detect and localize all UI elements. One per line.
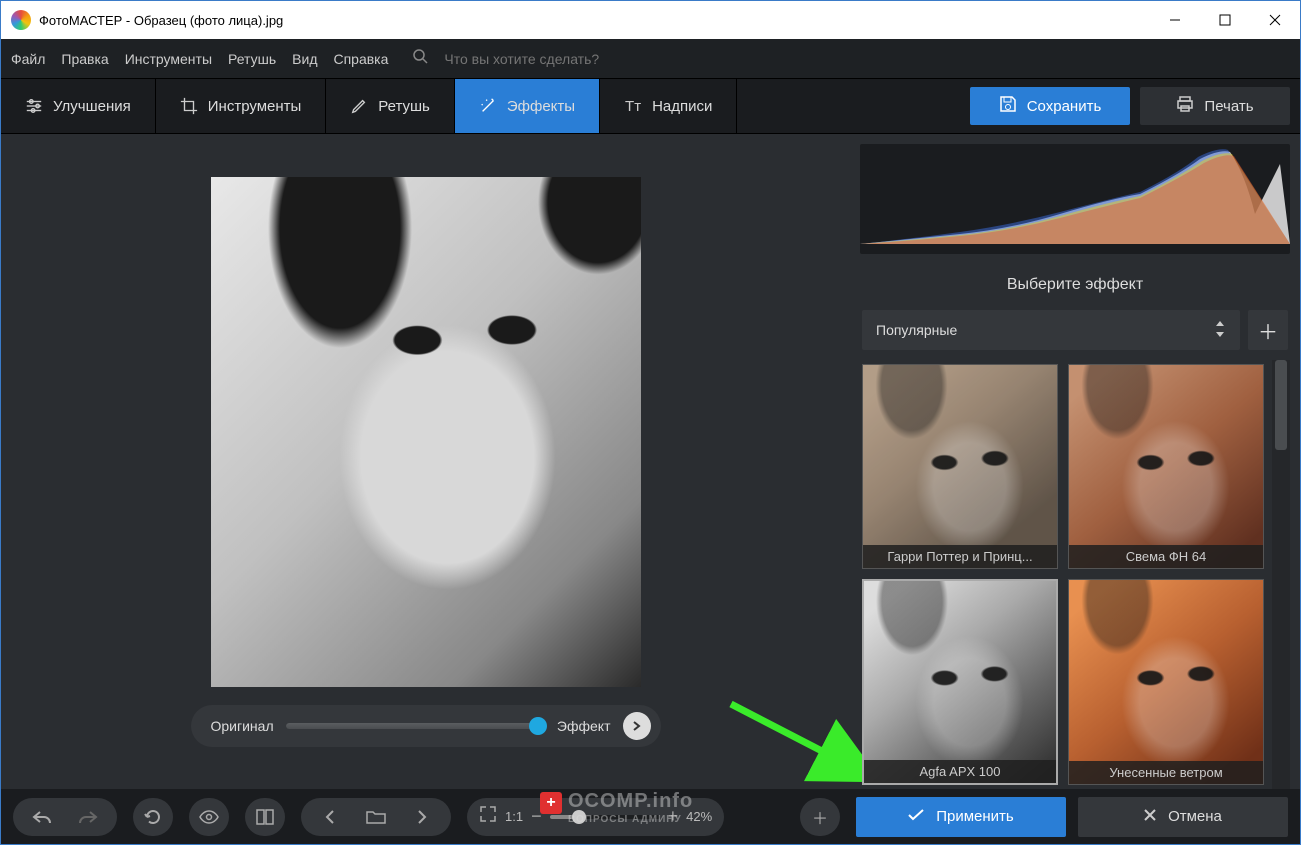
preview-button[interactable] <box>189 798 229 836</box>
effect-tile[interactable]: Гарри Поттер и Принц... <box>862 364 1058 569</box>
toolbar: Улучшения Инструменты Ретушь Эффекты Tᴛ … <box>1 79 1300 134</box>
effect-slider-row: Оригинал Эффект <box>191 705 661 747</box>
zoom-in-button[interactable]: + <box>668 806 679 827</box>
effect-tile[interactable]: Унесенные ветром <box>1068 579 1264 786</box>
effect-slider[interactable] <box>286 723 545 729</box>
open-folder-button[interactable] <box>353 799 399 835</box>
effect-label: Гарри Поттер и Принц... <box>863 545 1057 568</box>
canvas-area: Оригинал Эффект <box>1 134 850 789</box>
original-label: Оригинал <box>211 718 274 734</box>
tab-label: Надписи <box>652 98 712 115</box>
tab-label: Инструменты <box>208 98 302 115</box>
effects-scrollbar[interactable] <box>1272 360 1290 789</box>
cancel-button[interactable]: Отмена <box>1078 797 1288 837</box>
tab-label: Эффекты <box>507 98 575 115</box>
minimize-button[interactable] <box>1150 1 1200 39</box>
zoom-controls: 1:1 − + 42% <box>467 798 724 836</box>
titlebar: ФотоМАСТЕР - Образец (фото лица).jpg <box>1 1 1300 39</box>
apply-label: Применить <box>936 808 1014 825</box>
zoom-out-button[interactable]: − <box>531 806 542 827</box>
tab-tools[interactable]: Инструменты <box>156 79 327 133</box>
sort-icon <box>1214 321 1226 340</box>
save-icon <box>999 95 1017 117</box>
close-button[interactable] <box>1250 1 1300 39</box>
prev-file-button[interactable] <box>307 799 353 835</box>
main-image[interactable] <box>211 177 641 687</box>
plus-icon: ＋ <box>1258 316 1278 345</box>
menu-edit[interactable]: Правка <box>61 51 108 67</box>
search-input[interactable] <box>444 51 684 67</box>
print-button[interactable]: Печать <box>1140 87 1290 125</box>
category-label: Популярные <box>876 322 957 338</box>
print-icon <box>1176 95 1194 117</box>
maximize-button[interactable] <box>1200 1 1250 39</box>
app-logo-icon <box>11 10 31 30</box>
tab-text[interactable]: Tᴛ Надписи <box>600 79 737 133</box>
effect-label: Свема ФН 64 <box>1069 545 1263 568</box>
search-icon <box>412 48 428 69</box>
apply-button[interactable]: Применить <box>856 797 1066 837</box>
zoom-thumb[interactable] <box>572 810 586 824</box>
scrollbar-thumb[interactable] <box>1275 360 1287 450</box>
zoom-value: 42% <box>686 809 712 824</box>
bottombar: 1:1 − + 42% ＋ Применить Отмена <box>1 789 1300 844</box>
rotate-button[interactable] <box>133 798 173 836</box>
effect-tile[interactable]: Свема ФН 64 <box>1068 364 1264 569</box>
effect-label: Эффект <box>557 718 611 734</box>
window-title: ФотоМАСТЕР - Образец (фото лица).jpg <box>39 13 283 28</box>
crop-icon <box>180 97 198 115</box>
close-icon <box>1144 808 1156 825</box>
menubar: Файл Правка Инструменты Ретушь Вид Справ… <box>1 39 1300 79</box>
menu-file[interactable]: Файл <box>11 51 45 67</box>
tab-effects[interactable]: Эффекты <box>455 79 600 133</box>
tab-enhance[interactable]: Улучшения <box>1 79 156 133</box>
save-button[interactable]: Сохранить <box>970 87 1130 125</box>
right-panel: Выберите эффект Популярные ＋ Гарри Потте… <box>850 134 1300 789</box>
effect-label: Унесенные ветром <box>1069 761 1263 784</box>
wand-icon <box>479 97 497 115</box>
redo-button[interactable] <box>65 799 111 835</box>
compare-button[interactable] <box>245 798 285 836</box>
sliders-icon <box>25 97 43 115</box>
fit-label[interactable]: 1:1 <box>505 809 523 824</box>
tab-retouch[interactable]: Ретушь <box>326 79 455 133</box>
menu-help[interactable]: Справка <box>333 51 388 67</box>
next-effect-button[interactable] <box>623 712 651 740</box>
cancel-label: Отмена <box>1168 808 1222 825</box>
add-category-button[interactable]: ＋ <box>1248 310 1288 350</box>
print-label: Печать <box>1204 98 1253 115</box>
next-file-button[interactable] <box>399 799 445 835</box>
plus-icon: ＋ <box>812 805 828 829</box>
menu-retouch[interactable]: Ретушь <box>228 51 276 67</box>
category-dropdown[interactable]: Популярные <box>862 310 1240 350</box>
menu-tools[interactable]: Инструменты <box>125 51 212 67</box>
histogram[interactable] <box>860 144 1290 254</box>
effects-grid: Гарри Поттер и Принц... Свема ФН 64 Agfa… <box>860 360 1266 789</box>
effect-tile[interactable]: Agfa APX 100 <box>862 579 1058 786</box>
brush-icon <box>350 97 368 115</box>
add-button[interactable]: ＋ <box>800 798 840 836</box>
panel-title: Выберите эффект <box>860 264 1290 300</box>
check-icon <box>908 808 924 825</box>
save-label: Сохранить <box>1027 98 1102 115</box>
fit-button[interactable] <box>479 805 497 828</box>
tab-label: Улучшения <box>53 98 131 115</box>
undo-button[interactable] <box>19 799 65 835</box>
text-icon: Tᴛ <box>624 97 642 115</box>
effect-label: Agfa APX 100 <box>864 760 1056 783</box>
zoom-slider[interactable] <box>550 815 660 819</box>
menu-view[interactable]: Вид <box>292 51 317 67</box>
tab-label: Ретушь <box>378 98 430 115</box>
slider-thumb[interactable] <box>529 717 547 735</box>
